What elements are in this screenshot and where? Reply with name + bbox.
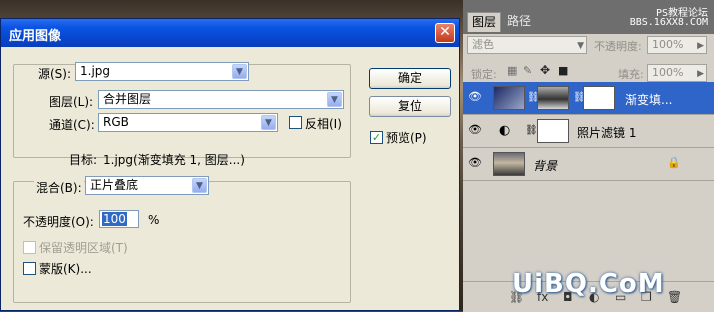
background-thumbnail xyxy=(493,152,525,176)
layer-row-photo-filter[interactable]: 👁 ◐ ⛓ 照片滤镜 1 xyxy=(463,115,714,148)
chevron-down-icon: ▼ xyxy=(192,178,207,193)
layer-select[interactable]: 合并图层 ▼ xyxy=(98,90,344,109)
site-logo: UiBQ.CoM xyxy=(512,269,665,299)
lock-transparency-icon[interactable]: ▦ xyxy=(507,64,517,77)
fill-input[interactable]: 100% ▶ xyxy=(647,64,707,82)
mask-label: 蒙版(K)... xyxy=(39,262,92,276)
source-label: 源(S): xyxy=(36,65,74,82)
layer-value: 合并图层 xyxy=(103,92,152,106)
blend-value: 正片叠底 xyxy=(90,178,139,192)
layer-mask-thumbnail xyxy=(583,86,615,110)
eye-icon[interactable]: 👁 xyxy=(467,155,483,171)
dialog-titlebar[interactable]: 应用图像 ✕ xyxy=(1,19,459,47)
chevron-down-icon: ▼ xyxy=(261,115,276,130)
blend-select[interactable]: 正片叠底 ▼ xyxy=(85,176,209,195)
chevron-right-icon: ▶ xyxy=(697,69,704,79)
layers-empty-area xyxy=(463,181,714,281)
fill-value: 100% xyxy=(652,66,684,79)
invert-checkbox[interactable] xyxy=(289,116,302,129)
lock-icon: 🔒 xyxy=(667,156,681,169)
layer-name: 渐变填... xyxy=(625,93,673,107)
opacity-label: 不透明度(O): xyxy=(23,215,94,229)
panel-opacity-input[interactable]: 100% ▶ xyxy=(647,36,707,54)
preview-label: 预览(P) xyxy=(386,131,427,145)
layers-panel: PS教程论坛 BBS.16XX8.COM 图层 路径 滤色 ▼ 不透明度: 10… xyxy=(463,0,714,312)
gradient-thumbnail xyxy=(493,86,525,110)
panel-opacity-value: 100% xyxy=(652,38,684,51)
fill-label: 填充: xyxy=(618,68,644,81)
tab-layers[interactable]: 图层 xyxy=(467,12,501,32)
layer-name: 照片滤镜 1 xyxy=(577,126,637,140)
source-value: 1.jpg xyxy=(80,64,111,78)
preserve-transparency-label: 保留透明区域(T) xyxy=(39,241,128,255)
chevron-down-icon: ▼ xyxy=(577,41,584,51)
layer-row-background[interactable]: 👁 背景 🔒 xyxy=(463,148,714,181)
opacity-unit: % xyxy=(148,213,160,227)
watermark-text-2: BBS.16XX8.COM xyxy=(629,17,708,28)
channel-select[interactable]: RGB ▼ xyxy=(98,113,278,132)
target-label: 目标: xyxy=(69,153,98,167)
close-button[interactable]: ✕ xyxy=(435,23,455,43)
mask-thumbnail xyxy=(537,86,569,110)
trash-icon[interactable]: 🗑 xyxy=(667,290,682,304)
ok-button[interactable]: 确定 xyxy=(369,68,451,89)
opacity-input[interactable]: 100 xyxy=(99,210,139,228)
channel-value: RGB xyxy=(103,115,129,129)
layer-row-gradient-fill[interactable]: 👁 ⛓ ⛓ 渐变填... xyxy=(463,82,714,115)
link-icon: ⛓ xyxy=(525,125,538,136)
eye-icon[interactable]: 👁 xyxy=(467,89,483,105)
channel-label: 通道(C): xyxy=(49,118,95,132)
source-select[interactable]: 1.jpg ▼ xyxy=(75,62,249,81)
chevron-right-icon: ▶ xyxy=(697,41,704,51)
tab-paths[interactable]: 路径 xyxy=(503,12,535,32)
blend-label: 混合(B): xyxy=(34,179,84,196)
lock-image-icon[interactable]: ✎ xyxy=(523,64,532,77)
dialog-title: 应用图像 xyxy=(9,29,62,44)
panel-opacity-label: 不透明度: xyxy=(594,40,642,53)
chevron-down-icon: ▼ xyxy=(232,64,247,79)
mask-checkbox[interactable] xyxy=(23,262,36,275)
opacity-value: 100 xyxy=(102,212,127,226)
adjustment-icon: ◐ xyxy=(499,123,511,138)
lock-all-icon[interactable]: ■ xyxy=(558,64,568,77)
apply-image-dialog: 应用图像 ✕ 源(S): 1.jpg ▼ 图层(L): 合并图层 ▼ 通道(C)… xyxy=(0,18,460,311)
panel-tab-bar: PS教程论坛 BBS.16XX8.COM 图层 路径 xyxy=(463,0,714,34)
blend-mode-value: 滤色 xyxy=(472,38,494,51)
layer-label: 图层(L): xyxy=(49,95,94,109)
reset-button[interactable]: 复位 xyxy=(369,96,451,117)
chevron-down-icon: ▼ xyxy=(327,92,342,107)
layer-name: 背景 xyxy=(533,159,558,173)
blend-mode-select[interactable]: 滤色 ▼ xyxy=(467,36,587,54)
target-value: 1.jpg(渐变填充 1, 图层...) xyxy=(103,153,245,167)
preserve-transparency-checkbox[interactable] xyxy=(23,241,36,254)
preview-checkbox[interactable]: ✓ xyxy=(370,131,383,144)
lock-position-icon[interactable]: ✥ xyxy=(540,63,550,77)
layer-mask-thumbnail xyxy=(537,119,569,143)
invert-label: 反相(I) xyxy=(305,117,342,131)
eye-icon[interactable]: 👁 xyxy=(467,122,483,138)
lock-label: 锁定: xyxy=(471,68,497,81)
